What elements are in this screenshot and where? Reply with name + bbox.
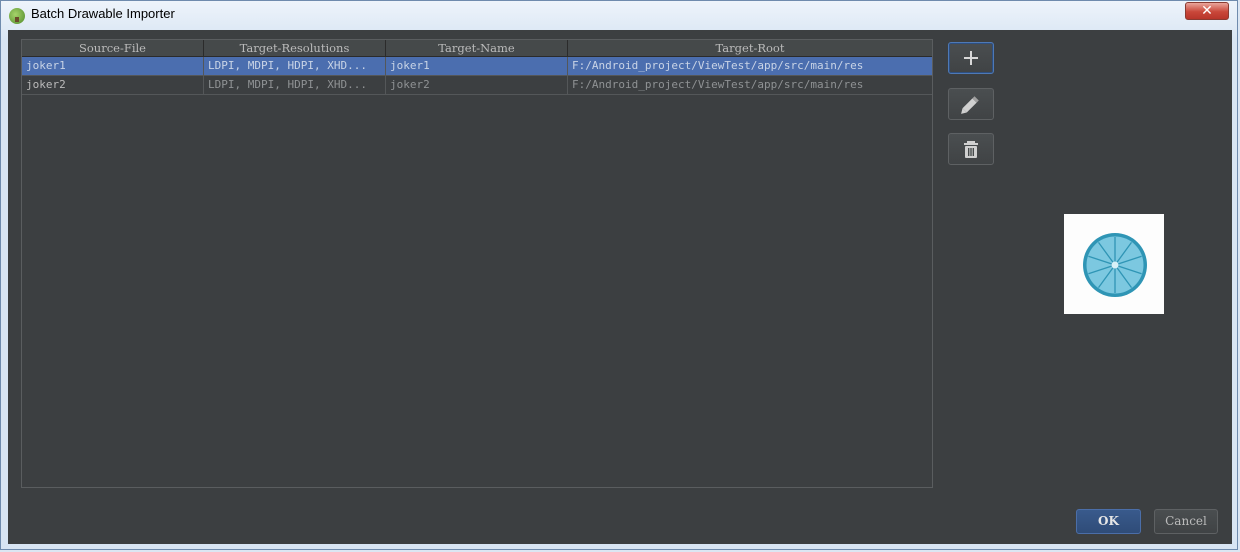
cell-target-root[interactable]: F:/Android_project/ViewTest/app/src/main… <box>568 57 932 75</box>
lime-slice-image <box>1083 233 1147 297</box>
cell-source-file[interactable]: joker1 <box>22 57 204 75</box>
window-title: Batch Drawable Importer <box>31 6 175 21</box>
cell-target-name[interactable]: joker1 <box>386 57 568 75</box>
close-button[interactable]: ✕ <box>1185 2 1229 20</box>
table-row[interactable]: joker1 LDPI, MDPI, HDPI, XHD... joker1 F… <box>22 57 932 76</box>
plus-icon <box>964 51 978 65</box>
column-header-target-name[interactable]: Target-Name <box>386 40 568 56</box>
image-preview <box>1064 214 1164 314</box>
delete-button[interactable] <box>948 133 994 165</box>
dialog-content: Source-File Target-Resolutions Target-Na… <box>8 30 1232 544</box>
table-header: Source-File Target-Resolutions Target-Na… <box>22 40 932 57</box>
column-header-target-root[interactable]: Target-Root <box>568 40 932 56</box>
edit-button[interactable] <box>948 88 994 120</box>
trash-icon <box>964 141 978 158</box>
table-row[interactable]: joker2 LDPI, MDPI, HDPI, XHD... joker2 F… <box>22 76 932 95</box>
column-header-source-file[interactable]: Source-File <box>22 40 204 56</box>
add-button[interactable] <box>948 42 994 74</box>
ok-button[interactable]: OK <box>1076 509 1141 534</box>
cell-target-name[interactable]: joker2 <box>386 76 568 94</box>
pencil-icon <box>961 96 979 114</box>
dialog-window: Batch Drawable Importer ✕ Source-File Ta… <box>0 0 1238 550</box>
cancel-button[interactable]: Cancel <box>1154 509 1218 534</box>
cell-target-root[interactable]: F:/Android_project/ViewTest/app/src/main… <box>568 76 932 94</box>
cell-target-resolutions[interactable]: LDPI, MDPI, HDPI, XHD... <box>204 57 386 75</box>
column-header-target-resolutions[interactable]: Target-Resolutions <box>204 40 386 56</box>
android-app-icon <box>9 8 25 24</box>
cell-target-resolutions[interactable]: LDPI, MDPI, HDPI, XHD... <box>204 76 386 94</box>
import-table: Source-File Target-Resolutions Target-Na… <box>21 39 933 488</box>
cell-source-file[interactable]: joker2 <box>22 76 204 94</box>
title-bar[interactable]: Batch Drawable Importer ✕ <box>1 1 1237 29</box>
